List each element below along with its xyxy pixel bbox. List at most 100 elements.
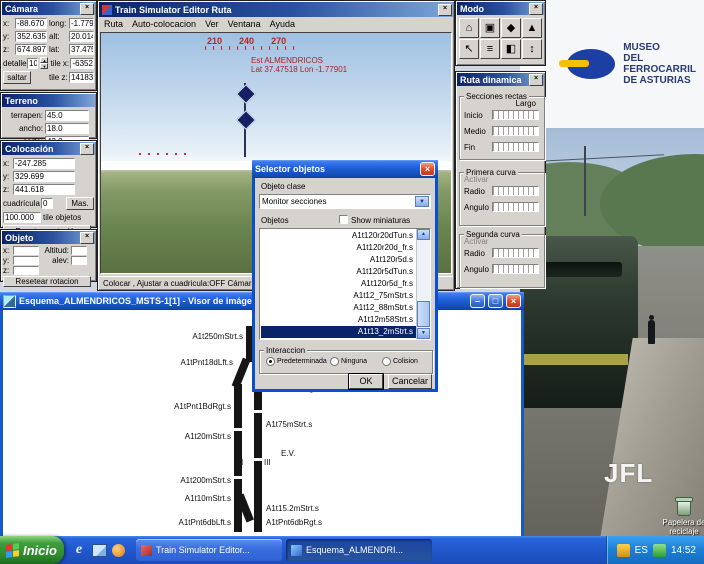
placement-y-field[interactable]: 329.699: [13, 171, 75, 182]
placement-x-field[interactable]: -247.285: [13, 158, 75, 169]
mode-tool-button-3[interactable]: ◆: [501, 18, 521, 38]
object-list-item[interactable]: A1t120r20dTun.s: [261, 230, 416, 242]
menu-item-ver[interactable]: Ver: [205, 19, 219, 29]
curve2-angle-slider[interactable]: [492, 264, 539, 274]
placement-z-field[interactable]: 441.618: [13, 184, 75, 195]
saltar-button[interactable]: saltar: [3, 71, 31, 84]
close-icon[interactable]: ×: [80, 143, 94, 155]
medio-slider[interactable]: [492, 126, 539, 136]
ok-button[interactable]: OK: [349, 374, 383, 389]
fin-label: Fin: [464, 143, 489, 152]
camera-detalle-field[interactable]: 10: [27, 58, 38, 69]
alev-field[interactable]: [71, 256, 87, 265]
spin-down-icon[interactable]: ▼: [40, 63, 48, 69]
reset-rotation-button[interactable]: Resetear rotacion: [3, 276, 91, 287]
radio-none[interactable]: [330, 357, 339, 366]
language-indicator[interactable]: ES: [635, 545, 648, 556]
menu-item-ayuda[interactable]: Ayuda: [270, 19, 295, 29]
detalle-spinner[interactable]: ▲ ▼: [40, 57, 48, 69]
terrapen-field[interactable]: 45.0: [45, 110, 89, 121]
altitude-field[interactable]: [71, 246, 87, 255]
object-titlebar[interactable]: Objeto ×: [2, 231, 95, 244]
start-button[interactable]: Inicio: [0, 536, 64, 564]
camera-lat-field[interactable]: 37.4751: [69, 44, 94, 55]
object-class-dropdown[interactable]: Monitor secciones ▼: [259, 194, 431, 209]
menu-item-ruta[interactable]: Ruta: [104, 19, 123, 29]
curve1-angle-slider[interactable]: [492, 202, 539, 212]
object-list-item[interactable]: A1t120r5d_fr.s: [261, 278, 416, 290]
show-desktop-icon[interactable]: [92, 544, 107, 557]
maximize-icon[interactable]: □: [488, 294, 503, 308]
more-button[interactable]: Mas.: [66, 197, 94, 210]
placement-titlebar[interactable]: Colocación ×: [2, 142, 95, 155]
close-icon[interactable]: ×: [80, 3, 94, 15]
chevron-down-icon[interactable]: ▼: [415, 196, 429, 207]
list-scrollbar[interactable]: ▲ ▼: [416, 229, 430, 339]
mode-tool-button-7[interactable]: ◧: [501, 39, 521, 59]
object-list-item-selected[interactable]: A1t13_2mStrt.s: [261, 326, 416, 338]
inicio-slider[interactable]: [492, 110, 539, 120]
object-y-field[interactable]: [13, 256, 39, 265]
close-icon[interactable]: ×: [529, 3, 543, 15]
mode-tool-button-4[interactable]: ▲: [522, 18, 542, 38]
cancel-button[interactable]: Cancelar: [388, 374, 432, 389]
recycle-bin-icon[interactable]: Papelera de reciclaje: [654, 500, 704, 536]
camera-alt-field[interactable]: 20.014: [69, 31, 94, 42]
internet-explorer-icon[interactable]: e: [71, 542, 87, 558]
mode-tool-button-5[interactable]: ↖: [459, 39, 479, 59]
close-icon[interactable]: ×: [529, 74, 543, 86]
camera-tilez-field[interactable]: 14183: [69, 72, 94, 83]
camera-z-field[interactable]: 674.897: [15, 44, 47, 55]
ancho-field[interactable]: 18.0: [45, 123, 89, 134]
scroll-up-icon[interactable]: ▲: [417, 229, 430, 240]
curve1-radius-slider[interactable]: [492, 186, 539, 196]
object-list-item[interactable]: A1t12m58Strt.s: [261, 314, 416, 326]
dynamic-track-titlebar[interactable]: Ruta dinamica ×: [457, 73, 544, 86]
close-icon[interactable]: ×: [420, 162, 435, 176]
menu-item-auto-colocacion[interactable]: Auto-colocacion: [132, 19, 196, 29]
mode-tool-button-8[interactable]: ↕: [522, 39, 542, 59]
terrain-titlebar[interactable]: Terreno: [2, 94, 95, 107]
minimize-icon[interactable]: –: [470, 294, 485, 308]
mode-tool-button-2[interactable]: ▣: [480, 18, 500, 38]
scrollbar-thumb[interactable]: [417, 301, 430, 327]
camera-tilex-field[interactable]: -6352: [70, 58, 94, 69]
tray-icon-1[interactable]: [617, 544, 630, 557]
curve2-radius-slider[interactable]: [492, 248, 539, 258]
grid-label: cuadrícula: [3, 199, 39, 208]
camera-x-field[interactable]: -88.670: [15, 18, 47, 29]
mode-tool-button-6[interactable]: ≡: [480, 39, 500, 59]
track-gap: [234, 476, 242, 479]
tray-icon-2[interactable]: [653, 544, 666, 557]
object-z-field[interactable]: [13, 266, 39, 275]
menu-item-ventana[interactable]: Ventana: [228, 19, 261, 29]
editor-titlebar[interactable]: Train Simulator Editor Ruta ×: [99, 2, 453, 17]
selector-titlebar[interactable]: Selector objetos ×: [252, 160, 438, 178]
object-list-item[interactable]: A1t120r5dTun.s: [261, 266, 416, 278]
fin-slider[interactable]: [492, 142, 539, 152]
taskbar-task-viewer[interactable]: Esquema_ALMENDRI...: [286, 539, 432, 561]
grid-field[interactable]: 0: [41, 198, 53, 209]
camera-long-field[interactable]: -1.7790: [69, 18, 94, 29]
object-list-item[interactable]: A1t120r5d.s: [261, 254, 416, 266]
radio-collision[interactable]: [382, 357, 391, 366]
object-list-item[interactable]: A1t12_75mStrt.s: [261, 290, 416, 302]
object-list-item[interactable]: A1t120r20d_fr.s: [261, 242, 416, 254]
scroll-down-icon[interactable]: ▼: [417, 328, 430, 339]
mode-titlebar[interactable]: Modo ×: [457, 2, 544, 15]
camera-titlebar[interactable]: Cámara ×: [2, 2, 95, 15]
scale-field[interactable]: 100.000: [3, 212, 41, 223]
show-thumbnails-checkbox[interactable]: [339, 215, 348, 224]
close-icon[interactable]: ×: [506, 294, 521, 308]
taskbar-task-editor[interactable]: Train Simulator Editor...: [136, 539, 282, 561]
close-icon[interactable]: ×: [438, 4, 452, 16]
radio-default[interactable]: [266, 357, 275, 366]
mode-tool-button-1[interactable]: ⌂: [459, 18, 479, 38]
object-list[interactable]: A1t120r20dTun.s A1t120r20d_fr.s A1t120r5…: [259, 228, 431, 340]
object-list-item[interactable]: A1t12_88mStrt.s: [261, 302, 416, 314]
media-player-icon[interactable]: [112, 544, 125, 557]
camera-y-field[interactable]: 352.635: [15, 31, 47, 42]
selector-body: Objeto clase Monitor secciones ▼ Objetos…: [255, 178, 435, 389]
close-icon[interactable]: ×: [80, 232, 94, 244]
object-x-field[interactable]: [13, 246, 39, 255]
